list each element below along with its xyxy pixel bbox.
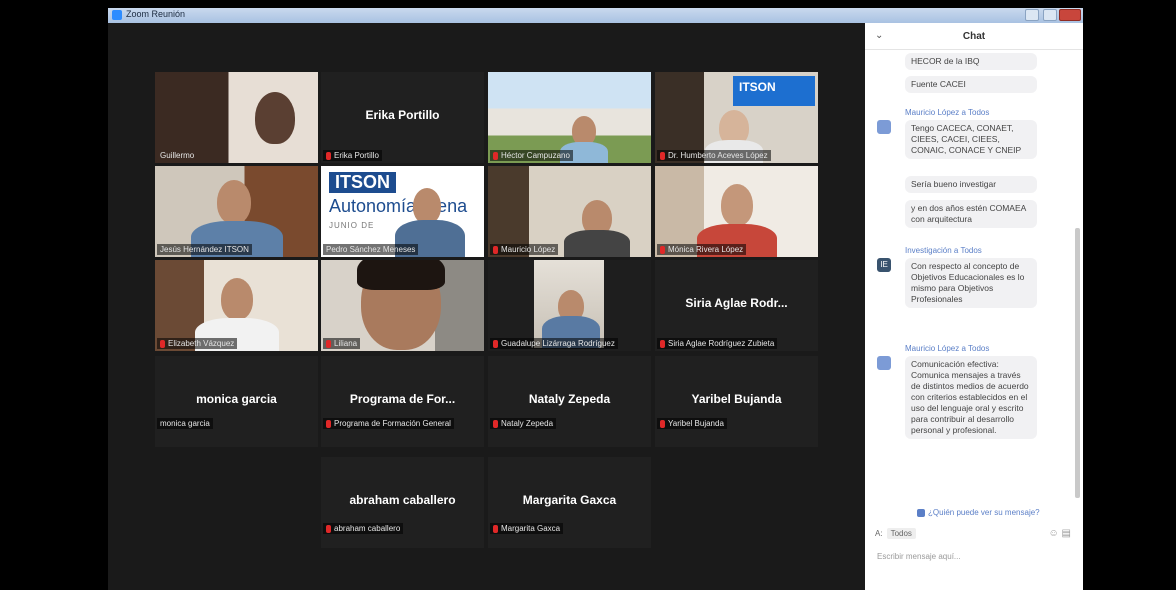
avatar: IE xyxy=(877,258,891,272)
participant-name: Guillermo xyxy=(160,151,195,160)
participant-tile[interactable]: Siria Aglae Rodr... Siria Aglae Rodrígue… xyxy=(655,260,818,351)
chat-message: Sería bueno investigar xyxy=(905,176,1037,193)
participant-tile[interactable]: Guadalupe Lizárraga Rodríguez xyxy=(488,260,651,351)
who-can-see-link[interactable]: ¿Quién puede ver su mensaje? xyxy=(917,508,1040,517)
participant-display-name: Programa de For... xyxy=(349,392,456,406)
banner-title: ITSON xyxy=(329,172,397,193)
participant-tile[interactable]: monica garcia monica garcia xyxy=(155,356,318,447)
participant-display-name: abraham caballero xyxy=(349,493,456,507)
chat-sender: Mauricio López a Todos xyxy=(905,344,990,353)
mic-muted-icon xyxy=(160,339,165,348)
chat-title: Chat xyxy=(962,31,986,42)
participant-tile[interactable]: Héctor Campuzano xyxy=(488,72,651,163)
chat-message: Fuente CACEI xyxy=(905,76,1037,93)
emoji-icon[interactable]: ☺ xyxy=(1049,528,1059,539)
chat-message: HECOR de la IBQ xyxy=(905,53,1037,70)
participant-tile[interactable]: Erika Portillo Erika Portillo xyxy=(321,72,484,163)
mic-muted-icon xyxy=(493,339,498,348)
chat-scrollbar[interactable] xyxy=(1075,228,1080,498)
participant-name: Guadalupe Lizárraga Rodríguez xyxy=(490,338,618,349)
recipient-select[interactable]: Todos xyxy=(886,528,916,539)
participant-tile[interactable]: Mónica Rivera López xyxy=(655,166,818,257)
participant-name: Mónica Rivera López xyxy=(657,244,747,255)
banner-subtitle: Autonomía Plena xyxy=(329,196,468,216)
chat-message: Con respecto al concepto de Objetivos Ed… xyxy=(905,258,1037,308)
participant-name: monica garcia xyxy=(157,418,213,429)
chat-sender: Investigación a Todos xyxy=(905,246,982,255)
chat-panel: ⌄ Chat HECOR de la IBQ Fuente CACEI Maur… xyxy=(865,23,1083,590)
participant-display-name: Erika Portillo xyxy=(365,108,440,122)
participant-display-name: Margarita Gaxca xyxy=(522,493,617,507)
mic-muted-icon xyxy=(326,419,331,428)
mic-muted-icon xyxy=(493,524,498,533)
participant-tile[interactable]: Nataly Zepeda Nataly Zepeda xyxy=(488,356,651,447)
file-icon[interactable]: ▤ xyxy=(1062,528,1071,539)
zoom-window: Zoom Reunión Guillermo Erika Portillo Er… xyxy=(108,8,1083,590)
chat-header: ⌄ Chat xyxy=(865,23,1083,50)
chat-message-input[interactable] xyxy=(875,547,1075,565)
gallery-view: Guillermo Erika Portillo Erika Portillo … xyxy=(108,23,865,590)
participant-tile[interactable]: Yaribel Bujanda Yaribel Bujanda xyxy=(655,356,818,447)
chat-messages: HECOR de la IBQ Fuente CACEI Mauricio Ló… xyxy=(865,50,1075,520)
mic-muted-icon xyxy=(660,339,665,348)
recipient-row: A: Todos xyxy=(875,528,916,539)
participant-tile[interactable]: Liliana xyxy=(321,260,484,351)
participant-tile[interactable]: Guillermo xyxy=(155,72,318,163)
participant-name: abraham caballero xyxy=(323,523,404,534)
participant-tile[interactable]: ITSON Autonomía Plena JUNIO DE Pedro Sán… xyxy=(321,166,484,257)
participant-tile[interactable]: Programa de For... Programa de Formación… xyxy=(321,356,484,447)
participant-name: Yaribel Bujanda xyxy=(657,418,727,429)
maximize-button[interactable] xyxy=(1043,9,1057,21)
participant-tile[interactable]: Elizabeth Vázquez xyxy=(155,260,318,351)
mic-muted-icon xyxy=(493,151,498,160)
participant-name: Programa de Formación General xyxy=(323,418,454,429)
info-icon xyxy=(917,508,925,517)
mic-muted-icon xyxy=(493,245,498,254)
chat-sender: Mauricio López a Todos xyxy=(905,108,990,117)
participant-display-name: Yaribel Bujanda xyxy=(691,392,782,406)
minimize-button[interactable] xyxy=(1025,9,1039,21)
mic-muted-icon xyxy=(326,524,331,533)
avatar xyxy=(877,356,891,370)
participant-name: Erika Portillo xyxy=(323,150,382,161)
participant-tile[interactable]: abraham caballero abraham caballero xyxy=(321,457,484,548)
banner-date: JUNIO DE xyxy=(329,221,375,230)
participant-display-name: Siria Aglae Rodr... xyxy=(685,296,788,310)
participant-name: Siria Aglae Rodríguez Zubieta xyxy=(657,338,778,349)
mic-muted-icon xyxy=(326,339,331,348)
recipient-label: A: xyxy=(875,529,883,538)
mic-muted-icon xyxy=(660,245,665,254)
participant-tile[interactable]: ITSON Dr. Humberto Aceves López xyxy=(655,72,818,163)
zoom-app-icon xyxy=(112,10,122,20)
participant-name: Héctor Campuzano xyxy=(490,150,573,161)
participant-tile[interactable]: Margarita Gaxca Margarita Gaxca xyxy=(488,457,651,548)
mic-muted-icon xyxy=(660,151,665,160)
participant-name: Dr. Humberto Aceves López xyxy=(657,150,771,161)
banner-text: ITSON xyxy=(739,80,776,94)
participant-name: Margarita Gaxca xyxy=(490,523,564,534)
participant-display-name: monica garcia xyxy=(196,392,277,406)
chat-tools: ☺ ▤ xyxy=(1049,528,1071,539)
participant-name: Mauricio López xyxy=(490,244,559,255)
mic-muted-icon xyxy=(326,151,331,160)
mic-muted-icon xyxy=(660,419,665,428)
participant-name: Liliana xyxy=(323,338,361,349)
participant-name: Elizabeth Vázquez xyxy=(157,338,238,349)
participant-name: Pedro Sánchez Meneses xyxy=(323,244,419,255)
chat-message: Tengo CACECA, CONAET, CIEES, CACEI, CIEE… xyxy=(905,120,1037,159)
close-button[interactable] xyxy=(1059,9,1081,21)
mic-muted-icon xyxy=(493,419,498,428)
chat-message: y en dos años estén COMAEA con arquitect… xyxy=(905,200,1037,228)
participant-name: Nataly Zepeda xyxy=(490,418,557,429)
participant-tile-active-speaker[interactable]: Jesús Hernández ITSON xyxy=(155,166,318,257)
participant-name: Jesús Hernández ITSON xyxy=(157,244,252,255)
participant-display-name: Nataly Zepeda xyxy=(528,392,611,406)
participant-tile[interactable]: Mauricio López xyxy=(488,166,651,257)
chat-message: Comunicación efectiva: Comunica mensajes… xyxy=(905,356,1037,439)
window-title: Zoom Reunión xyxy=(126,9,186,19)
avatar xyxy=(877,120,891,134)
title-bar: Zoom Reunión xyxy=(108,8,1083,23)
